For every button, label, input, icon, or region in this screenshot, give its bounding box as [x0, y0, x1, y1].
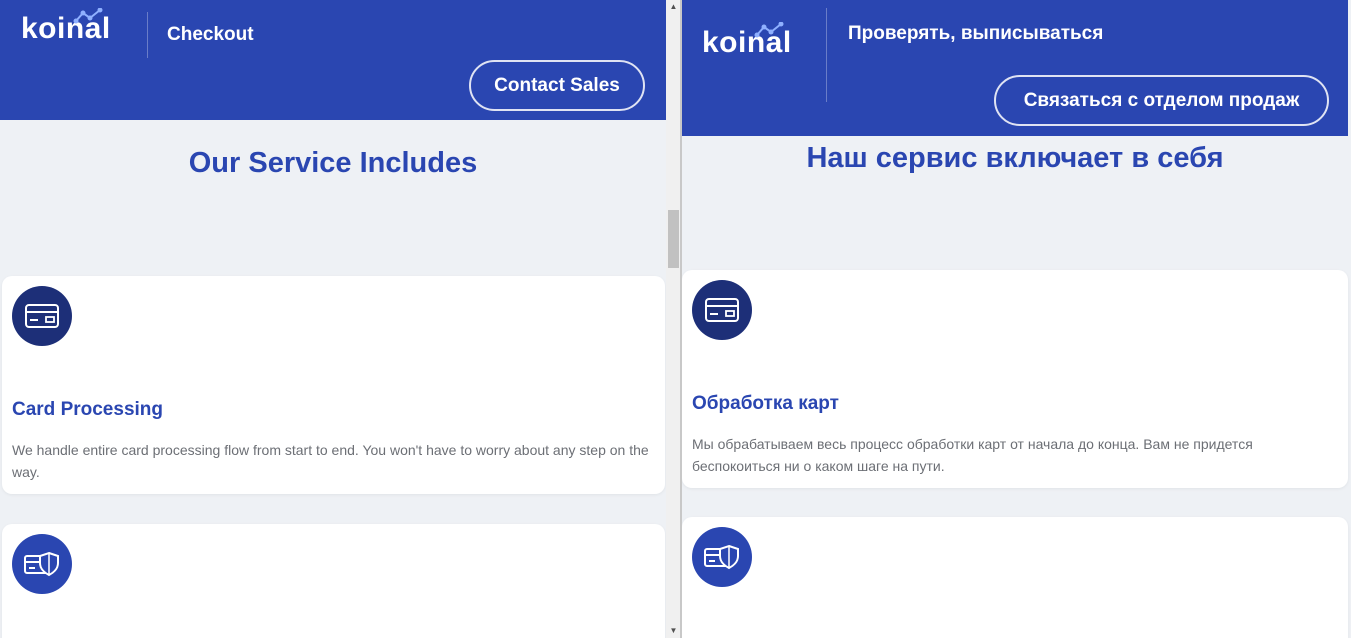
russian-page-pane: koinal Проверять, выписываться Связаться…: [682, 0, 1351, 638]
credit-card-icon: [12, 286, 72, 346]
card-title: Обработка карт: [692, 393, 839, 414]
scrollbar-thumb[interactable]: [668, 210, 679, 268]
scroll-down-arrow-icon[interactable]: ▼: [666, 624, 681, 638]
koinal-logo[interactable]: koinal: [21, 8, 111, 46]
site-header: koinal Checkout Contact Sales: [0, 0, 666, 120]
card-title: Card Processing: [12, 399, 163, 420]
service-card-security: [2, 524, 665, 638]
card-description: We handle entire card processing flow fr…: [12, 442, 649, 480]
card-description: Мы обрабатываем весь процесс обработки к…: [692, 436, 1253, 474]
contact-sales-button[interactable]: Связаться с отделом продаж: [994, 75, 1329, 126]
credit-card-icon: [692, 280, 752, 340]
contact-sales-button[interactable]: Contact Sales: [469, 60, 645, 111]
header-divider: [826, 8, 827, 102]
scroll-up-arrow-icon[interactable]: ▲: [666, 0, 681, 14]
service-card-security: [682, 517, 1348, 638]
vertical-scrollbar[interactable]: ▲ ▼: [666, 0, 681, 638]
card-shield-icon: [12, 534, 72, 594]
page-title: Checkout: [167, 24, 254, 45]
section-title: Our Service Includes: [188, 147, 478, 179]
koinal-logo[interactable]: koinal: [702, 22, 792, 60]
page-title: Проверять, выписываться: [848, 23, 1104, 44]
site-header: koinal Проверять, выписываться Связаться…: [682, 0, 1348, 136]
service-card-card-processing: Обработка карт Мы обрабатываем весь проц…: [682, 270, 1348, 488]
header-divider: [147, 12, 148, 58]
section-title: Наш сервис включает в себя: [806, 142, 1224, 174]
logo-chart-mark-icon: [754, 22, 784, 38]
english-page-pane: koinal Checkout Contact Sales Our Servic…: [0, 0, 666, 638]
card-shield-icon: [692, 527, 752, 587]
service-card-card-processing: Card Processing We handle entire card pr…: [2, 276, 665, 494]
logo-chart-mark-icon: [73, 8, 103, 24]
